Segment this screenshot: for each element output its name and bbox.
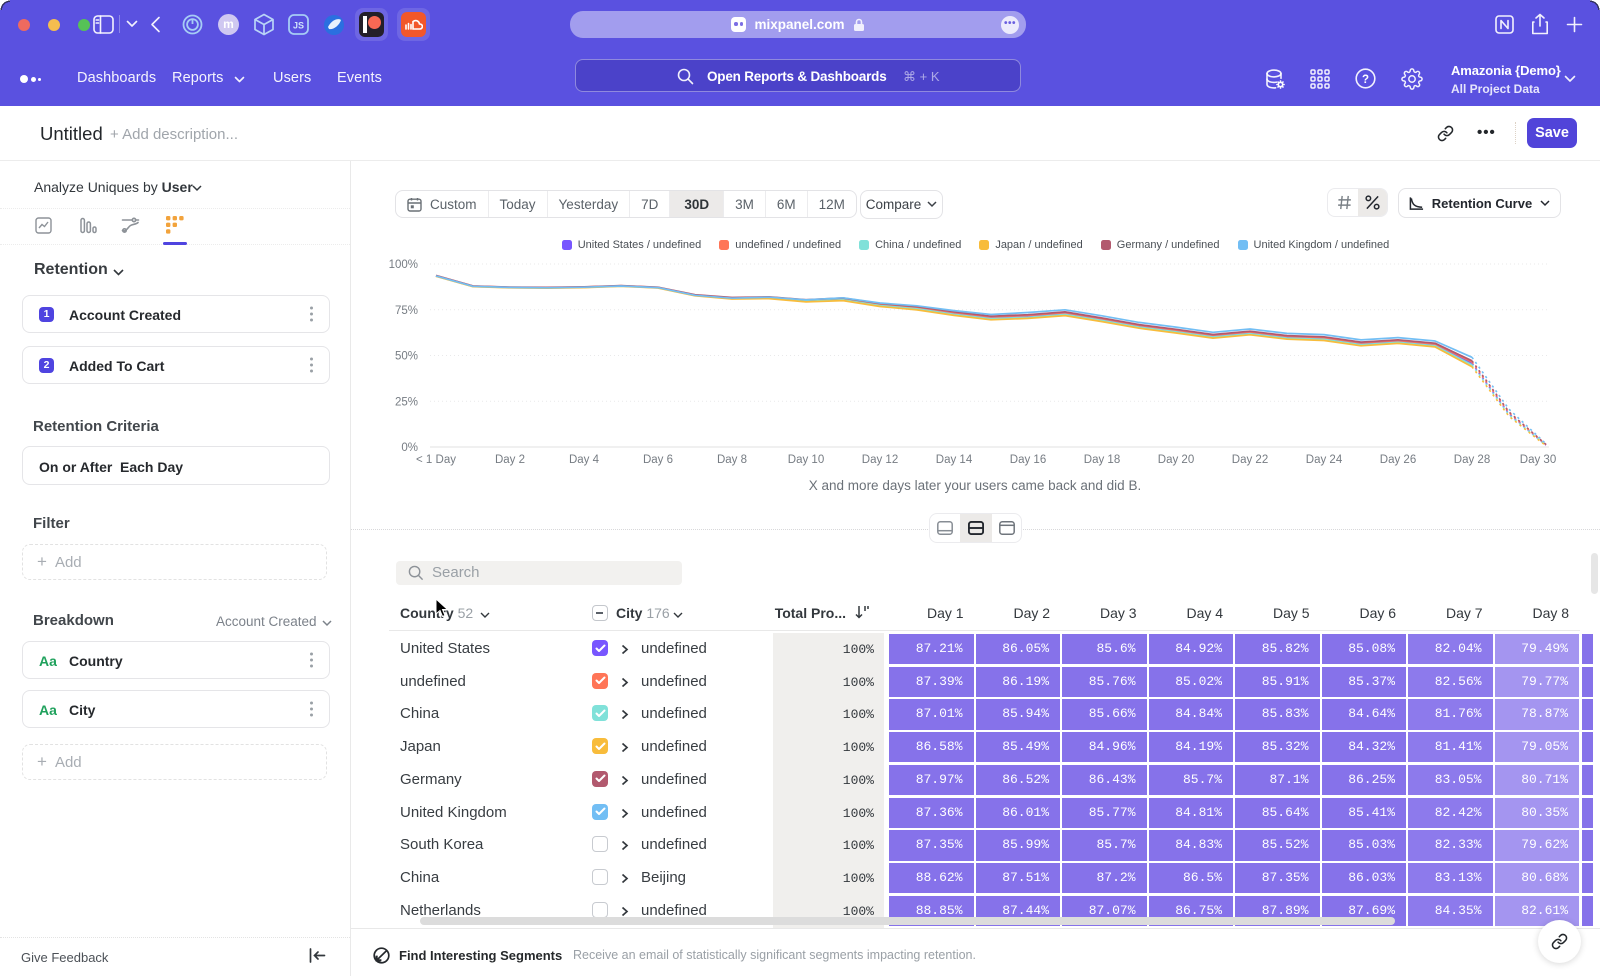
svg-text:?: ? [1362,74,1369,86]
svg-text:Day 4: Day 4 [569,454,600,466]
svg-text:JS: JS [293,21,304,31]
svg-text:Day 24: Day 24 [1306,454,1343,466]
svg-text:0%: 0% [401,442,418,454]
svg-text:25%: 25% [395,396,418,408]
svg-text:Day 26: Day 26 [1380,454,1416,466]
svg-text:Day 14: Day 14 [936,454,973,466]
svg-text:< 1 Day: < 1 Day [416,454,456,466]
svg-text:Day 16: Day 16 [1010,454,1046,466]
svg-text:75%: 75% [395,305,418,317]
svg-text:Day 10: Day 10 [788,454,824,466]
svg-text:Day 22: Day 22 [1232,454,1268,466]
svg-text:50%: 50% [395,351,418,363]
svg-text:Day 28: Day 28 [1454,454,1490,466]
svg-text:Day 30: Day 30 [1520,454,1556,466]
svg-text:Day 18: Day 18 [1084,454,1120,466]
svg-text:Day 6: Day 6 [643,454,673,466]
svg-text:Day 20: Day 20 [1158,454,1194,466]
svg-text:Day 2: Day 2 [495,454,525,466]
svg-text:Day 8: Day 8 [717,454,747,466]
svg-text:Day 12: Day 12 [862,454,898,466]
svg-text:100%: 100% [389,259,418,271]
svg-text:X and more days later your use: X and more days later your users came ba… [809,478,1141,493]
